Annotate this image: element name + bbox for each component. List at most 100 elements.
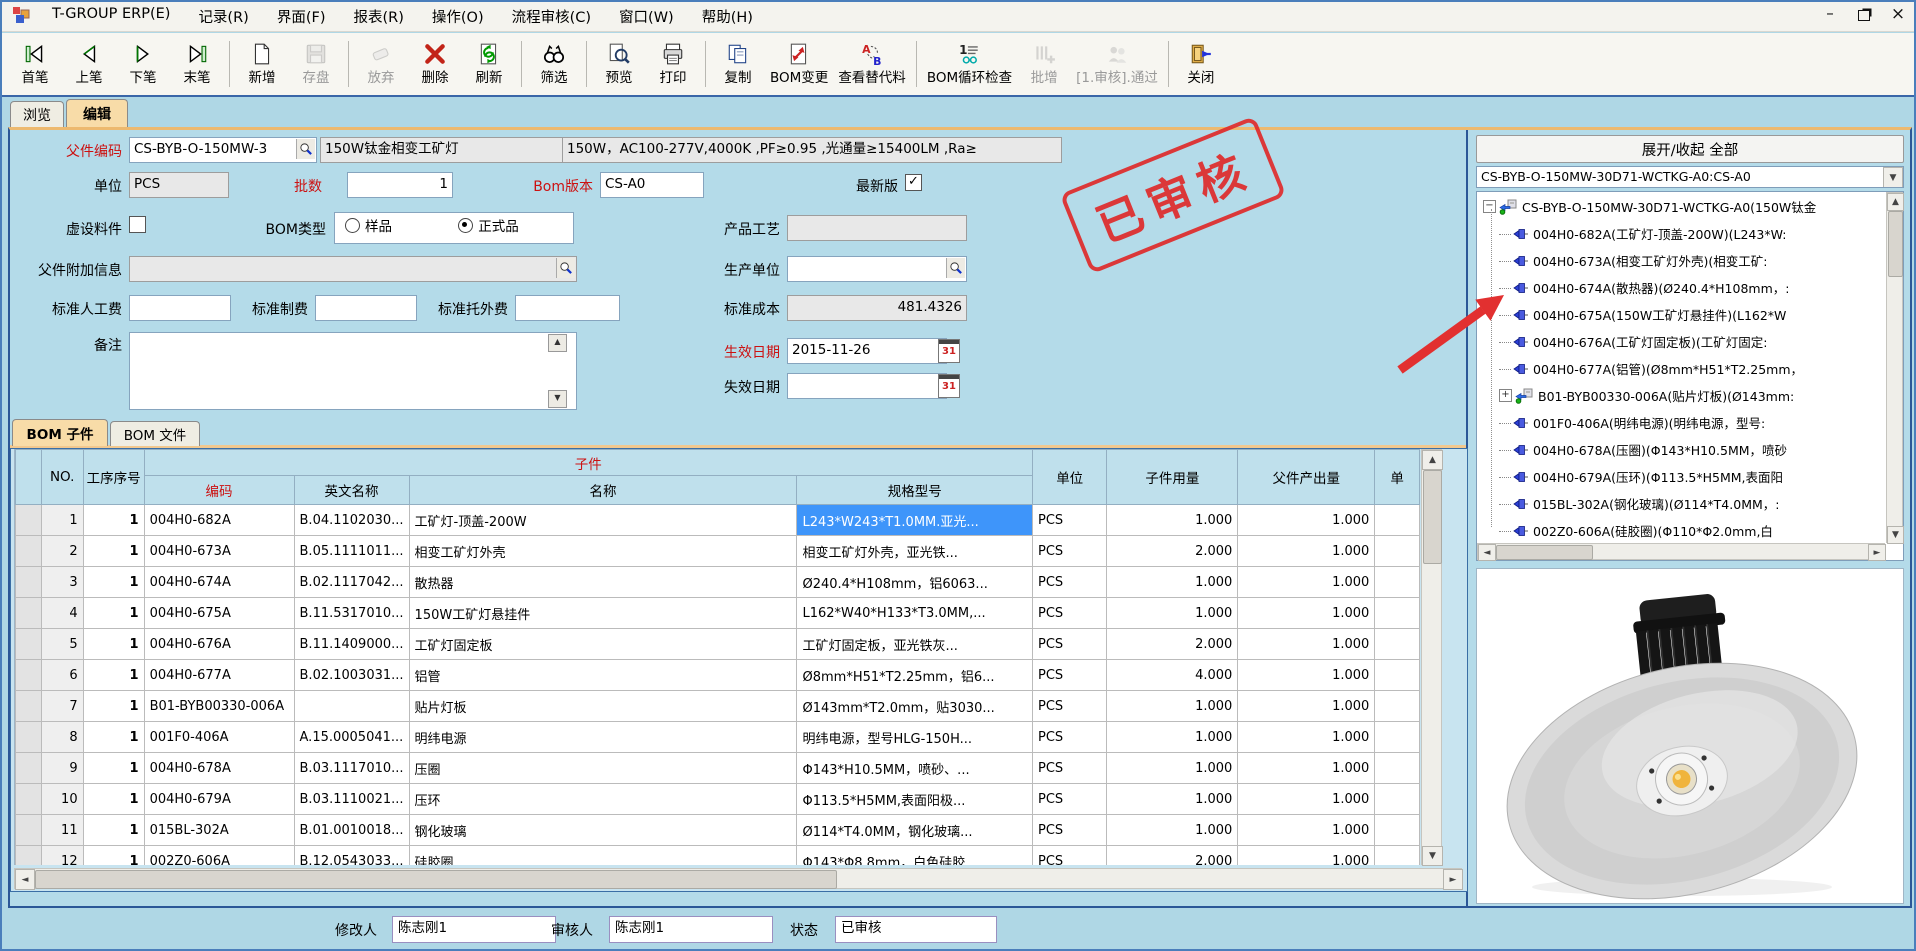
cell-extra[interactable] (1375, 784, 1420, 815)
cell-name[interactable]: 铝管 (409, 660, 797, 691)
prod-unit-input[interactable] (787, 256, 967, 282)
std-make-input[interactable] (315, 295, 417, 321)
cell-no[interactable]: 7 (41, 691, 83, 722)
cell-en-name[interactable]: B.05.1111011... (294, 536, 409, 567)
cell-unit[interactable]: PCS (1032, 753, 1106, 784)
latest-version-checkbox[interactable]: ✓ (905, 174, 922, 191)
header-extra[interactable]: 单 (1375, 450, 1420, 505)
cell-parent-qty[interactable]: 1.000 (1238, 815, 1375, 846)
cell-parent-qty[interactable]: 1.000 (1238, 753, 1375, 784)
cell-en-name[interactable]: B.02.1117042... (294, 567, 409, 598)
header-name[interactable]: 名称 (409, 476, 797, 505)
cell-extra[interactable] (1375, 846, 1420, 866)
cell-indicator[interactable] (16, 691, 42, 722)
cell-parent-qty[interactable]: 1.000 (1238, 722, 1375, 753)
menu-item-6[interactable]: 窗口(W) (605, 3, 688, 30)
std-labor-input[interactable] (129, 295, 231, 321)
toolbar-button-nav-prev[interactable]: 上笔 (62, 40, 116, 88)
cell-spec[interactable]: L243*W243*T1.0MM.亚光... (797, 505, 1033, 536)
menu-item-0[interactable]: T-GROUP ERP(E) (38, 3, 184, 30)
cell-process[interactable]: 1 (83, 505, 144, 536)
cell-extra[interactable] (1375, 629, 1420, 660)
grid-scroll-left-icon[interactable]: ◄ (15, 869, 35, 890)
cell-spec[interactable]: Ø143mm*T2.0mm，贴3030... (797, 691, 1033, 722)
cell-indicator[interactable] (16, 629, 42, 660)
toolbar-button-close[interactable]: 关闭 (1174, 40, 1228, 88)
cell-no[interactable]: 2 (41, 536, 83, 567)
cell-unit[interactable]: PCS (1032, 691, 1106, 722)
restore-button[interactable] (1854, 4, 1874, 25)
effective-date-calendar-icon[interactable]: 31 (938, 339, 960, 363)
cell-child-qty[interactable]: 1.000 (1107, 598, 1238, 629)
cell-spec[interactable]: 工矿灯固定板，亚光铁灰... (797, 629, 1033, 660)
cell-en-name[interactable]: B.12.0543033... (294, 846, 409, 866)
cell-extra[interactable] (1375, 660, 1420, 691)
cell-name[interactable]: 工矿灯固定板 (409, 629, 797, 660)
virtual-part-checkbox[interactable] (129, 216, 146, 233)
expire-date-input[interactable] (787, 373, 947, 399)
toolbar-button-filter[interactable]: 筛选 (527, 40, 581, 88)
cell-child-qty[interactable]: 4.000 (1107, 660, 1238, 691)
header-child-qty[interactable]: 子件用量 (1107, 450, 1238, 505)
menu-item-1[interactable]: 记录(R) (184, 3, 262, 30)
toolbar-button-new[interactable]: 新增 (235, 40, 289, 88)
cell-extra[interactable] (1375, 815, 1420, 846)
tree-item-12[interactable]: 002Z0-606A(硅胶圈)(Φ110*Φ2.0mm,白 (1499, 517, 1773, 544)
cell-extra[interactable] (1375, 691, 1420, 722)
cell-child-qty[interactable]: 1.000 (1107, 753, 1238, 784)
tree-item-10[interactable]: 004H0-679A(压环)(Φ113.5*H5MM,表面阳 (1499, 463, 1783, 490)
cell-no[interactable]: 8 (41, 722, 83, 753)
tree-item-7[interactable]: +B01-BYB00330-006A(贴片灯板)(Ø143mm: (1499, 382, 1794, 409)
tree-hscrollbar[interactable]: ◄ ► (1477, 543, 1885, 560)
header-child-group[interactable]: 子件 (144, 450, 1032, 476)
cell-unit[interactable]: PCS (1032, 536, 1106, 567)
tab-bom-child[interactable]: BOM 子件 (12, 419, 108, 446)
cell-name[interactable]: 压圈 (409, 753, 797, 784)
toolbar-button-bom-check[interactable]: 1BOM循环检查 (922, 40, 1017, 88)
tree-item-1[interactable]: 004H0-682A(工矿灯-顶盖-200W)(L243*W: (1499, 220, 1786, 247)
cell-name[interactable]: 散热器 (409, 567, 797, 598)
cell-name[interactable]: 压环 (409, 784, 797, 815)
cell-no[interactable]: 5 (41, 629, 83, 660)
cell-en-name[interactable]: B.02.1003031... (294, 660, 409, 691)
toolbar-button-nav-first[interactable]: 首笔 (8, 40, 62, 88)
cell-unit[interactable]: PCS (1032, 598, 1106, 629)
cell-child-qty[interactable]: 1.000 (1107, 691, 1238, 722)
cell-en-name[interactable]: B.01.0010018... (294, 815, 409, 846)
tree-item-2[interactable]: 004H0-673A(相变工矿灯外壳)(相变工矿: (1499, 247, 1767, 274)
cell-code[interactable]: 004H0-674A (144, 567, 294, 598)
header-unit[interactable]: 单位 (1032, 450, 1106, 505)
tree-item-5[interactable]: 004H0-676A(工矿灯固定板)(工矿灯固定: (1499, 328, 1767, 355)
tree-hscroll-thumb[interactable] (1496, 545, 1593, 560)
cell-extra[interactable] (1375, 753, 1420, 784)
cell-unit[interactable]: PCS (1032, 660, 1106, 691)
cell-code[interactable]: 004H0-673A (144, 536, 294, 567)
cell-parent-qty[interactable]: 1.000 (1238, 660, 1375, 691)
cell-code[interactable]: 004H0-679A (144, 784, 294, 815)
header-process[interactable]: 工序序号 (83, 450, 144, 505)
parent-extra-lookup-icon[interactable] (556, 258, 575, 278)
menu-item-4[interactable]: 操作(O) (418, 3, 498, 30)
cell-unit[interactable]: PCS (1032, 846, 1106, 866)
cell-spec[interactable]: Ø240.4*H108mm，铝6063... (797, 567, 1033, 598)
cell-child-qty[interactable]: 1.000 (1107, 722, 1238, 753)
cell-en-name[interactable]: B.11.1409000... (294, 629, 409, 660)
cell-indicator[interactable] (16, 846, 42, 866)
parent-code-input[interactable]: CS-BYB-O-150MW-3 (129, 137, 317, 163)
cell-no[interactable]: 10 (41, 784, 83, 815)
cell-extra[interactable] (1375, 598, 1420, 629)
grid-vscroll-thumb[interactable] (1423, 470, 1442, 564)
tree-scroll-up-icon[interactable]: ▲ (1887, 193, 1904, 211)
cell-en-name[interactable]: B.04.1102030... (294, 505, 409, 536)
cell-unit[interactable]: PCS (1032, 505, 1106, 536)
cell-process[interactable]: 1 (83, 784, 144, 815)
cell-code[interactable]: B01-BYB00330-006A (144, 691, 294, 722)
std-outsource-input[interactable] (515, 295, 620, 321)
cell-code[interactable]: 004H0-682A (144, 505, 294, 536)
tree-scroll-down-icon[interactable]: ▼ (1887, 526, 1904, 544)
grid-vscrollbar[interactable]: ▲ ▼ (1421, 449, 1442, 865)
cell-unit[interactable]: PCS (1032, 815, 1106, 846)
cell-child-qty[interactable]: 2.000 (1107, 846, 1238, 866)
header-code[interactable]: 编码 (144, 476, 294, 505)
remark-scroll-down-icon[interactable]: ▼ (548, 390, 567, 408)
